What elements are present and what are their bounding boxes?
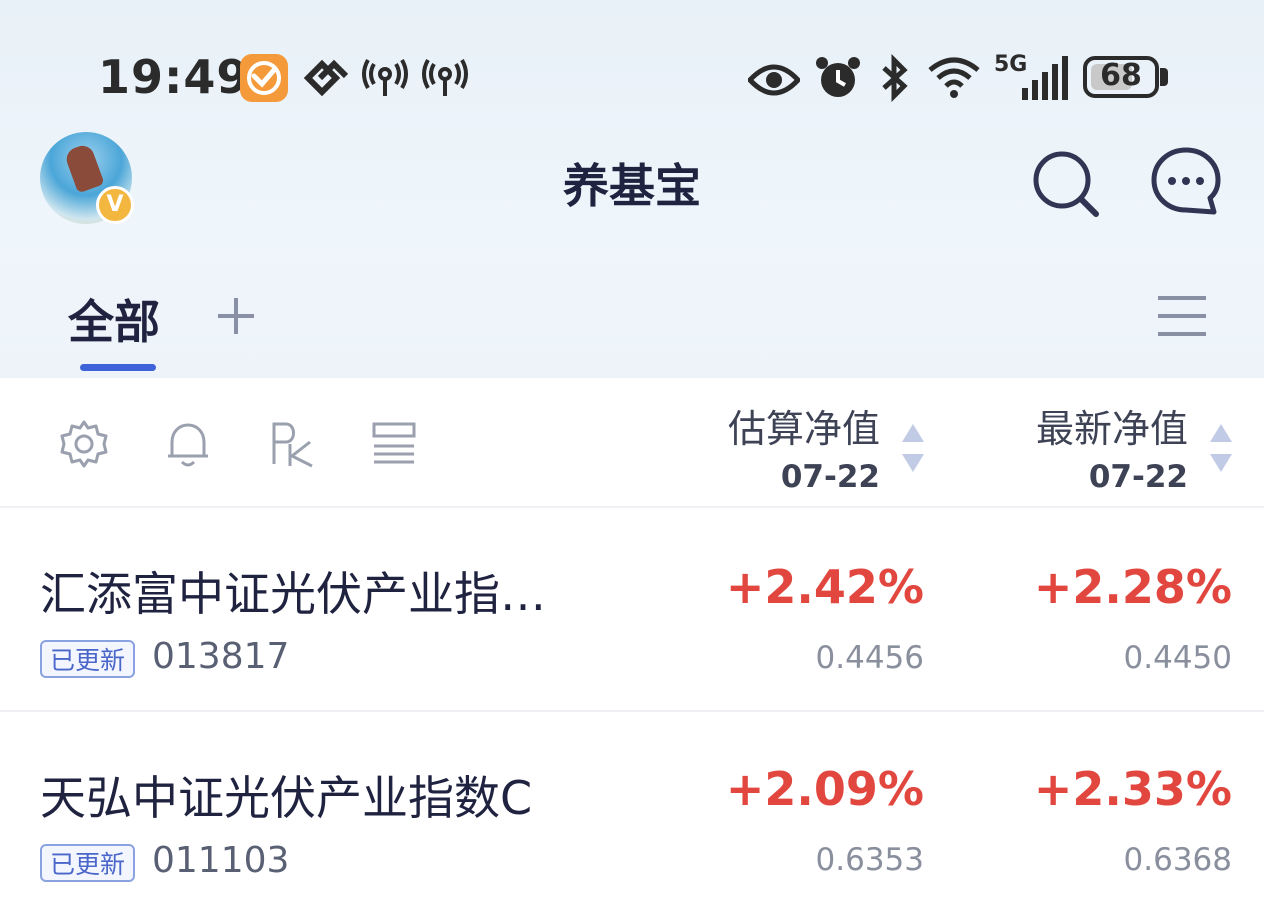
table-row[interactable]: 汇添富中证光伏产业指… 已更新 013817 +2.42% 0.4456 +2.…: [0, 508, 1264, 712]
battery-icon: 68: [1083, 56, 1159, 98]
latest-change: +2.28%: [1033, 560, 1232, 614]
estimate-nav: 0.4456: [815, 640, 924, 676]
alarm-icon: [816, 57, 860, 97]
sort-icon[interactable]: [1208, 422, 1234, 474]
wifi-icon: [928, 57, 980, 98]
tab-all[interactable]: 全部: [68, 286, 160, 352]
eye-icon: [748, 64, 800, 96]
hotspot-icon: [362, 59, 408, 96]
battery-level: 68: [1100, 58, 1142, 93]
estimate-nav: 0.6353: [815, 842, 924, 878]
sort-icon[interactable]: [900, 422, 926, 474]
latest-nav: 0.6368: [1123, 842, 1232, 878]
column-estimate[interactable]: 估算净值 07-22: [728, 398, 880, 495]
add-tab-icon[interactable]: [212, 292, 260, 340]
app-badge-icon: [240, 54, 288, 102]
fund-code: 011103: [152, 840, 290, 881]
column-latest[interactable]: 最新净值 07-22: [1036, 398, 1188, 495]
estimate-change: +2.42%: [725, 560, 924, 614]
menu-icon[interactable]: [1156, 294, 1208, 338]
column-latest-date: 07-22: [1088, 459, 1188, 495]
list-view-icon[interactable]: [368, 418, 420, 470]
estimate-change: +2.09%: [725, 762, 924, 816]
status-time: 19:49: [98, 50, 250, 104]
column-estimate-date: 07-22: [780, 459, 880, 495]
fund-code: 013817: [152, 636, 290, 677]
column-estimate-label: 估算净值: [727, 407, 880, 451]
battery-tip: [1160, 68, 1168, 86]
tab-active-indicator: [80, 364, 156, 371]
message-icon[interactable]: [1150, 146, 1222, 218]
latest-nav: 0.4450: [1123, 640, 1232, 676]
column-latest-label: 最新净值: [1035, 407, 1188, 451]
signal-icon: [1022, 56, 1068, 100]
bell-icon[interactable]: [162, 418, 214, 470]
pk-icon[interactable]: [268, 418, 320, 470]
latest-change: +2.33%: [1033, 762, 1232, 816]
fund-name: 天弘中证光伏产业指数C: [40, 771, 533, 825]
bluetooth-icon: [882, 54, 908, 102]
link-icon: [303, 59, 349, 97]
status-badge: 已更新: [40, 844, 136, 882]
search-icon[interactable]: [1030, 148, 1102, 220]
hotspot-icon: [422, 59, 468, 96]
settings-icon[interactable]: [58, 418, 110, 470]
table-row[interactable]: 天弘中证光伏产业指数C 已更新 011103 +2.09% 0.6353 +2.…: [0, 712, 1264, 916]
status-badge: 已更新: [40, 640, 136, 678]
fund-name: 汇添富中证光伏产业指…: [40, 567, 546, 621]
